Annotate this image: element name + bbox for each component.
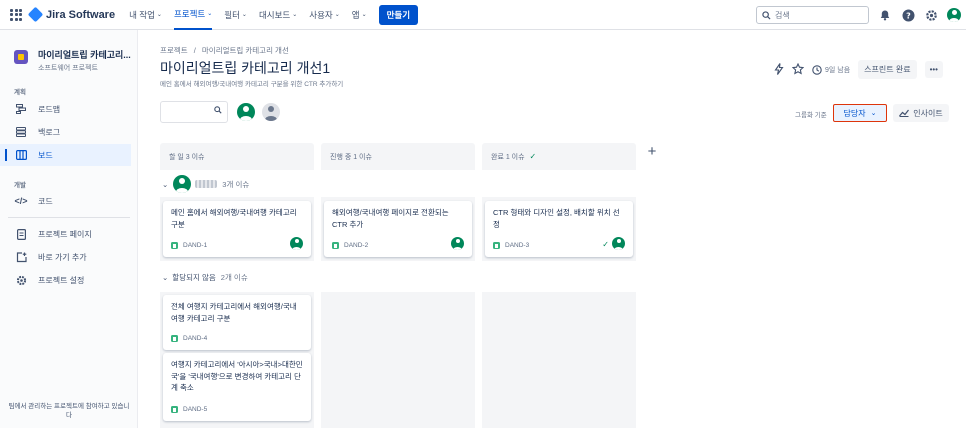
roadmap-icon (14, 104, 28, 114)
done-check-icon: ✓ (529, 152, 537, 161)
insights-button[interactable]: 인사이트 (893, 104, 949, 122)
sidebar-item-backlog[interactable]: 백로그 (0, 121, 131, 143)
nav-apps[interactable]: 앱 ⌄ (352, 9, 367, 21)
group-by-label: 그룹화 기준 (795, 112, 827, 119)
search-placeholder: 검색 (775, 10, 790, 20)
backlog-icon (14, 127, 28, 137)
chevron-down-icon: ⌄ (361, 12, 367, 18)
sidebar-item-add-shortcut[interactable]: 바로 가기 추가 (0, 246, 131, 268)
swimlane-assignee[interactable]: ⌄ 3개 이슈 (162, 175, 249, 193)
assignee-avatar (173, 175, 192, 193)
lane2-progress-cell (321, 292, 475, 428)
settings-icon[interactable] (924, 8, 938, 22)
dev-section-label: 개발 (14, 182, 26, 189)
more-actions-button[interactable]: ••• (924, 61, 943, 78)
chevron-down-icon: ⌄ (162, 273, 169, 282)
blurred-assignee-name (195, 180, 218, 188)
group-by-dropdown[interactable]: 담당자 ⌄ (833, 104, 887, 122)
chevron-down-icon: ⌄ (870, 110, 877, 117)
sidebar-item-board[interactable]: 보드 (0, 144, 131, 166)
sidebar-item-roadmap[interactable]: 로드맵 (0, 98, 131, 120)
profile-icon[interactable] (947, 8, 961, 22)
clock-icon (812, 64, 822, 75)
create-button[interactable]: 만들기 (378, 4, 419, 25)
add-column-button[interactable]: + (644, 143, 660, 160)
complete-sprint-button[interactable]: 스프린트 완료 (858, 60, 917, 79)
star-icon[interactable] (791, 62, 805, 77)
nav-dashboards[interactable]: 대시보드 ⌄ (259, 9, 297, 21)
code-icon: </> (14, 196, 28, 206)
swimlane-unassigned[interactable]: ⌄ 할당되지 않음 2개 이슈 (162, 272, 248, 283)
nav-my-work[interactable]: 내 작업 ⌄ (129, 9, 162, 21)
project-sidebar: 마이리얼트립 카테고리... 소프트웨어 프로젝트 계획 로드맵 백로그 보드 … (0, 30, 138, 428)
jira-logo-icon (27, 6, 44, 23)
board-icon (14, 150, 28, 160)
nav-filters[interactable]: 필터 ⌄ (224, 9, 247, 21)
issue-card[interactable]: 메인 홈에서 해외여행/국내여행 카테고리 구분 DAND-1 (163, 201, 311, 257)
card-assignee-avatar (290, 237, 303, 250)
issue-card[interactable]: CTR 형태와 디자인 설정, 배치할 위치 선정 DAND-3 ✓ (485, 201, 633, 257)
done-check-icon: ✓ (602, 240, 609, 249)
sidebar-divider (8, 217, 130, 218)
lightning-icon[interactable] (774, 62, 784, 77)
column-header-todo: 할 일 3 이슈 (160, 143, 314, 170)
project-header[interactable]: 마이리얼트립 카테고리... 소프트웨어 프로젝트 (0, 30, 137, 73)
project-name: 마이리얼트립 카테고리... (38, 50, 131, 60)
assignee-filter-avatar[interactable] (237, 103, 255, 121)
sprint-goal: 메인 홈에서 해외여행/국내여행 카테고리 구분을 위한 CTR 추가하기 (160, 81, 344, 88)
page-title: 마이리얼트립 카테고리 개선1 (160, 60, 331, 76)
story-icon (332, 242, 339, 249)
svg-text:?: ? (906, 11, 911, 20)
gear-icon (14, 275, 28, 286)
sidebar-footer-note: 팀에서 관리하는 프로젝트에 참여하고 있습니다 (8, 403, 130, 420)
board-search-input[interactable] (160, 101, 228, 123)
issue-card[interactable]: 전체 여행지 카테고리에서 해외여행/국내여행 카테고리 구분 DAND-4 (163, 295, 311, 350)
chevron-down-icon: ⌄ (162, 179, 169, 189)
project-type: 소프트웨어 프로젝트 (38, 65, 98, 72)
logo-text: Jira Software (46, 8, 116, 21)
card-assignee-avatar (451, 237, 464, 250)
search-icon (214, 106, 222, 116)
story-icon (171, 335, 178, 342)
lane2-done-cell (482, 292, 636, 428)
story-icon (171, 406, 178, 413)
breadcrumb-separator: / (193, 46, 196, 55)
project-avatar-icon (14, 50, 28, 64)
issue-card[interactable]: 여행지 카테고리에서 '아시아>국내>대한민국'을 '국내여행'으로 변경하여 … (163, 353, 311, 421)
chevron-down-icon: ⌄ (207, 11, 213, 17)
app-switcher-icon[interactable] (10, 8, 22, 21)
sidebar-item-project-settings[interactable]: 프로젝트 설정 (0, 269, 131, 291)
top-navigation: Jira Software 내 작업 ⌄ 프로젝트 ⌄ 필터 ⌄ 대시보드 ⌄ 사용자 ⌄… (0, 0, 966, 30)
sidebar-item-project-page[interactable]: 프로젝트 페이지 (0, 223, 131, 245)
page-icon (14, 228, 28, 240)
nav-people[interactable]: 사용자 ⌄ (309, 9, 340, 21)
breadcrumb: 프로젝트 / 마이리얼트립 카테고리 개선 (160, 45, 289, 56)
search-icon (762, 10, 771, 20)
chart-icon (899, 109, 910, 117)
card-assignee-avatar (612, 237, 625, 250)
bell-icon[interactable] (878, 8, 892, 22)
story-icon (171, 242, 178, 249)
issue-card[interactable]: 해외여행/국내여행 페이지로 전환되는 CTR 추가 DAND-2 (324, 201, 472, 257)
chevron-down-icon: ⌄ (334, 12, 340, 18)
sidebar-item-code[interactable]: </> 코드 (0, 190, 131, 212)
column-header-done: 완료 1 이슈 ✓ (482, 143, 636, 170)
add-people-icon[interactable] (262, 103, 280, 121)
search-input[interactable]: 검색 (756, 6, 869, 24)
breadcrumb-projects[interactable]: 프로젝트 (160, 46, 188, 55)
chevron-down-icon: ⌄ (241, 12, 247, 18)
story-icon (493, 242, 500, 249)
add-shortcut-icon (14, 251, 28, 263)
planning-section-label: 계획 (14, 89, 26, 96)
breadcrumb-project[interactable]: 마이리얼트립 카테고리 개선 (202, 46, 289, 55)
chevron-down-icon: ⌄ (156, 12, 162, 18)
help-icon[interactable]: ? (901, 8, 915, 22)
nav-projects[interactable]: 프로젝트 ⌄ (173, 0, 213, 30)
board-header-actions: 9일 남음 스프린트 완료 ••• (774, 60, 943, 79)
chevron-down-icon: ⌄ (292, 12, 298, 18)
days-remaining: 9일 남음 (812, 64, 850, 75)
group-by-value: 담당자 (843, 108, 866, 118)
column-header-in-progress: 진행 중 1 이슈 (321, 143, 475, 170)
jira-logo[interactable]: Jira Software (27, 6, 116, 23)
